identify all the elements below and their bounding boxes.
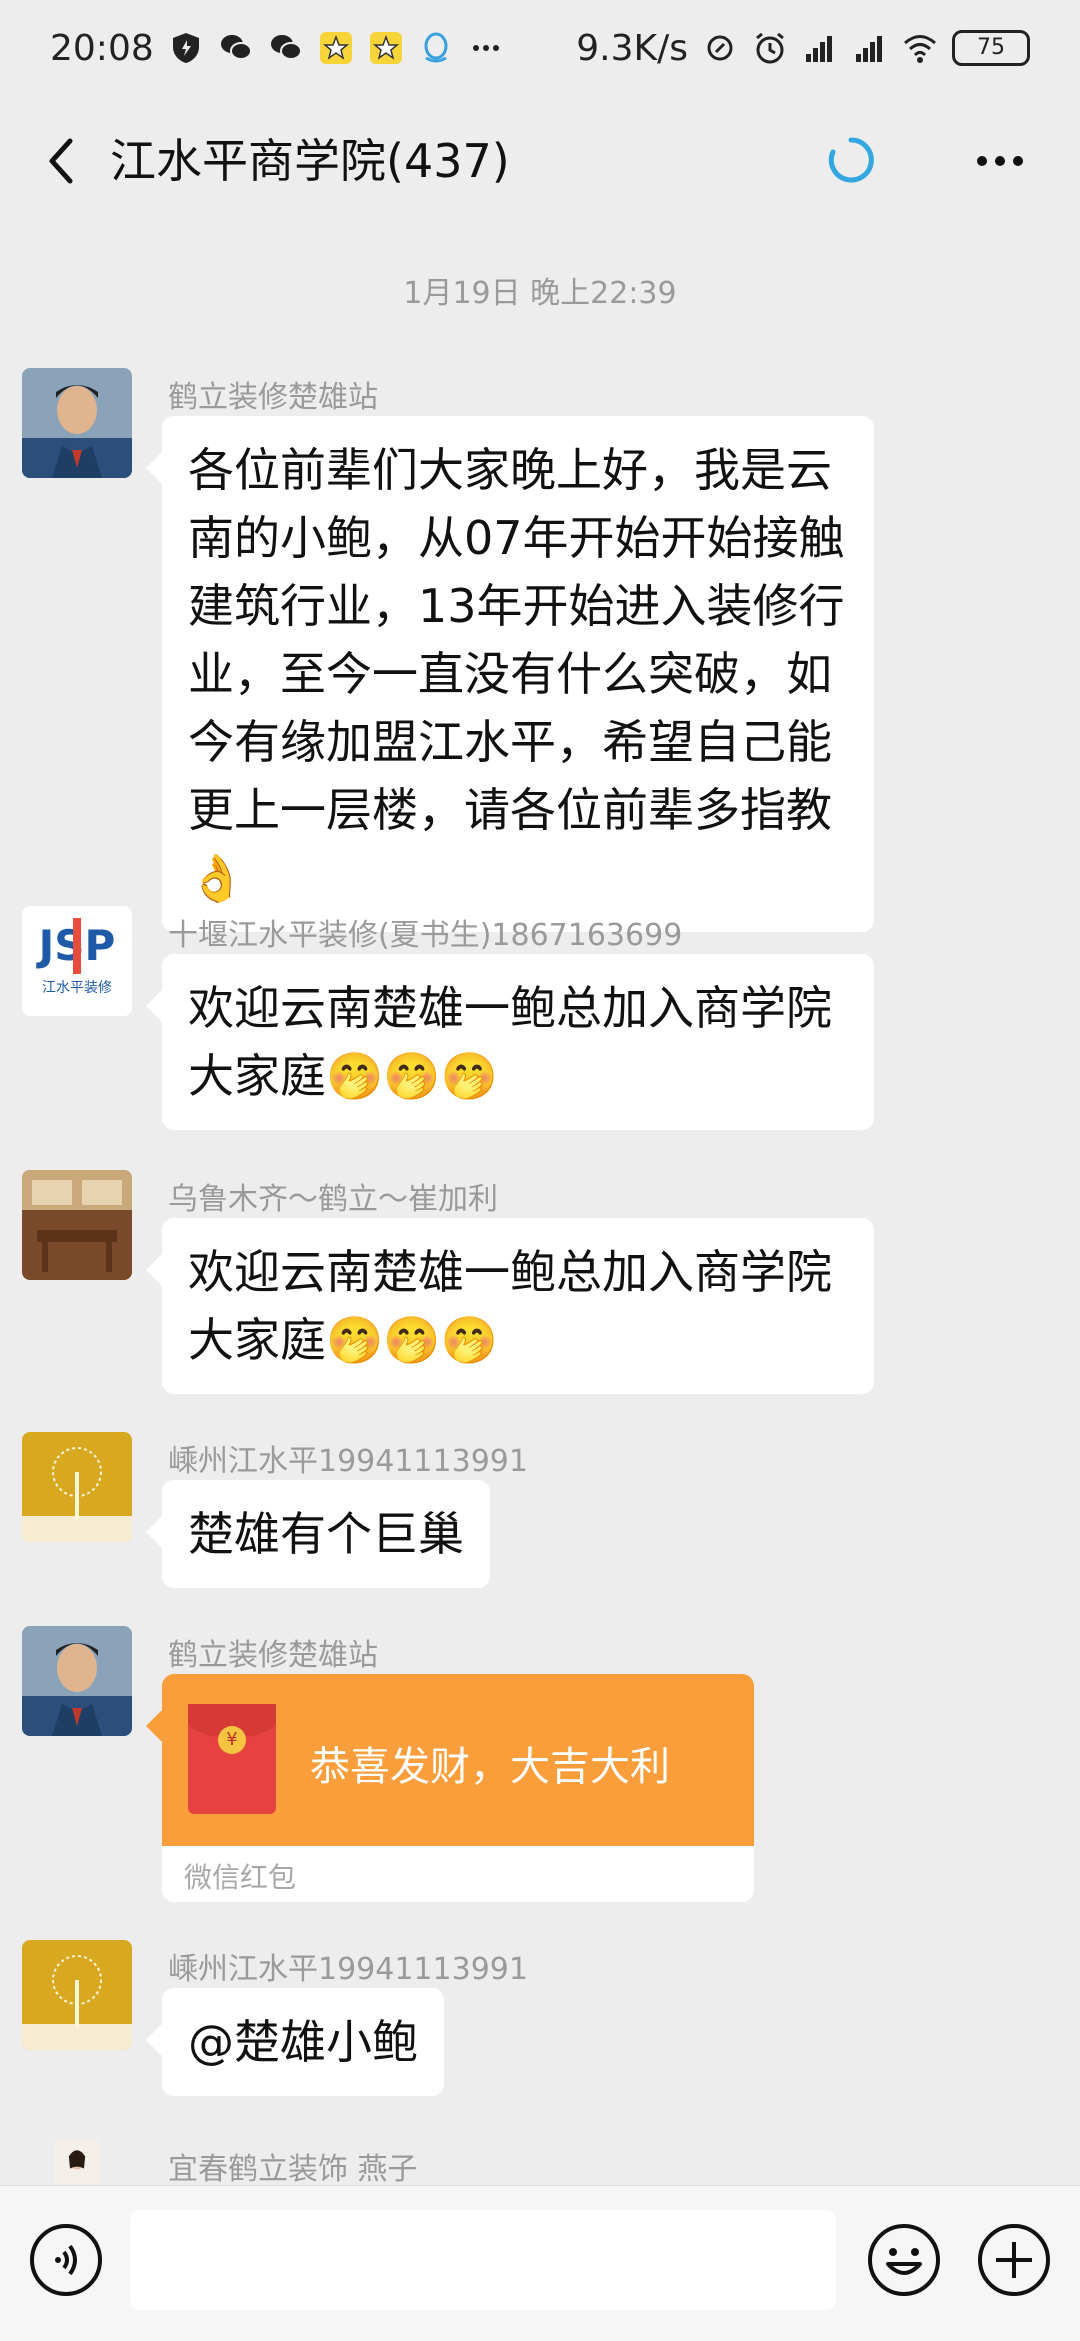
message-bubble[interactable]: 各位前辈们大家晚上好，我是云南的小鲍，从07年开始开始接触建筑行业，13年开始进…: [146, 416, 874, 932]
bubble-tail: [146, 452, 162, 484]
sender-name: 鹤立装修楚雄站: [168, 1638, 378, 1673]
message-text: @楚雄小鲍: [188, 2015, 418, 2069]
more-dots-icon: [472, 45, 499, 51]
bubble-tail: [146, 2024, 162, 2056]
sender-name: 乌鲁木齐～鹤立～崔加利: [168, 1182, 498, 1217]
avatar[interactable]: [22, 1170, 132, 1280]
sender-name: 宜春鹤立装饰 燕子: [168, 2152, 418, 2187]
avatar[interactable]: [22, 368, 132, 478]
sender-name: 嵊州江水平19941113991: [168, 1444, 528, 1479]
red-packet-label: 微信红包: [184, 1861, 297, 1894]
wechat-icon: [220, 35, 252, 60]
chat-timestamp: 1月19日 晚上22:39: [403, 276, 677, 311]
emoji-icon[interactable]: [866, 2222, 942, 2298]
bubble-tail: [146, 1254, 162, 1286]
input-bar: [0, 2185, 1080, 2341]
loading-icon: [828, 137, 874, 183]
sender-name: 鹤立装修楚雄站: [168, 380, 378, 415]
avatar[interactable]: JSP 江水平装修: [22, 906, 132, 1016]
message-bubble[interactable]: @楚雄小鲍: [146, 1988, 444, 2096]
message-bubble[interactable]: 欢迎云南楚雄一鲍总加入商学院大家庭🤭🤭🤭: [146, 1218, 874, 1394]
voice-icon[interactable]: [28, 2222, 104, 2298]
star-icon: [369, 32, 402, 64]
hd-signal-icon: [806, 36, 832, 62]
link-icon: [707, 35, 733, 61]
bubble-tail: [146, 990, 162, 1022]
red-packet-title: 恭喜发财，大吉大利: [310, 1744, 670, 1790]
avatar[interactable]: [22, 1940, 132, 2050]
qq-icon: [424, 32, 448, 63]
shield-icon: [172, 33, 199, 63]
plus-icon[interactable]: [976, 2222, 1052, 2298]
avatar[interactable]: [22, 1432, 132, 1542]
chat-header: 江水平商学院(437): [0, 96, 1080, 226]
more-icon[interactable]: [960, 126, 1040, 196]
message-text: 各位前辈们大家晚上好，我是云南的小鲍，从07年开始开始接触建筑行业，13年开始进…: [188, 443, 845, 905]
avatar[interactable]: [22, 2140, 132, 2185]
message-bubble[interactable]: 楚雄有个巨巢: [146, 1480, 490, 1588]
red-envelope-icon: ¥: [188, 1704, 276, 1814]
message-bubble[interactable]: 欢迎云南楚雄一鲍总加入商学院大家庭🤭🤭🤭: [146, 954, 874, 1130]
wifi-icon: [904, 35, 936, 63]
red-packet-header: ¥ 恭喜发财，大吉大利: [162, 1674, 754, 1846]
status-time: 20:08: [50, 27, 154, 69]
message-text: 楚雄有个巨巢: [188, 1507, 464, 1561]
bubble-tail: [146, 1516, 162, 1548]
battery-icon: 75: [952, 30, 1030, 66]
message-input[interactable]: [130, 2210, 836, 2310]
star-icon: [319, 32, 352, 64]
alarm-icon: [756, 32, 784, 64]
bubble-tail: [146, 1710, 162, 1742]
red-packet-card[interactable]: ¥ 恭喜发财，大吉大利 微信红包: [146, 1674, 754, 1902]
sender-name: 十堰江水平装修(夏书生)1867163699: [168, 918, 683, 953]
network-speed: 9.3K/s: [576, 27, 688, 69]
status-bar: 20:08 9.3K/s 75: [0, 0, 1080, 96]
signal-icon: [856, 36, 882, 62]
back-icon[interactable]: [30, 126, 100, 196]
avatar-logo-text: 江水平装修: [42, 980, 112, 996]
chat-title: 江水平商学院(437): [110, 134, 510, 188]
message-text: 欢迎云南楚雄一鲍总加入商学院大家庭🤭🤭🤭: [188, 1245, 832, 1367]
avatar[interactable]: [22, 1626, 132, 1736]
message-text: 欢迎云南楚雄一鲍总加入商学院大家庭🤭🤭🤭: [188, 981, 832, 1103]
wechat-icon: [270, 35, 302, 60]
sender-name: 嵊州江水平19941113991: [168, 1952, 528, 1987]
